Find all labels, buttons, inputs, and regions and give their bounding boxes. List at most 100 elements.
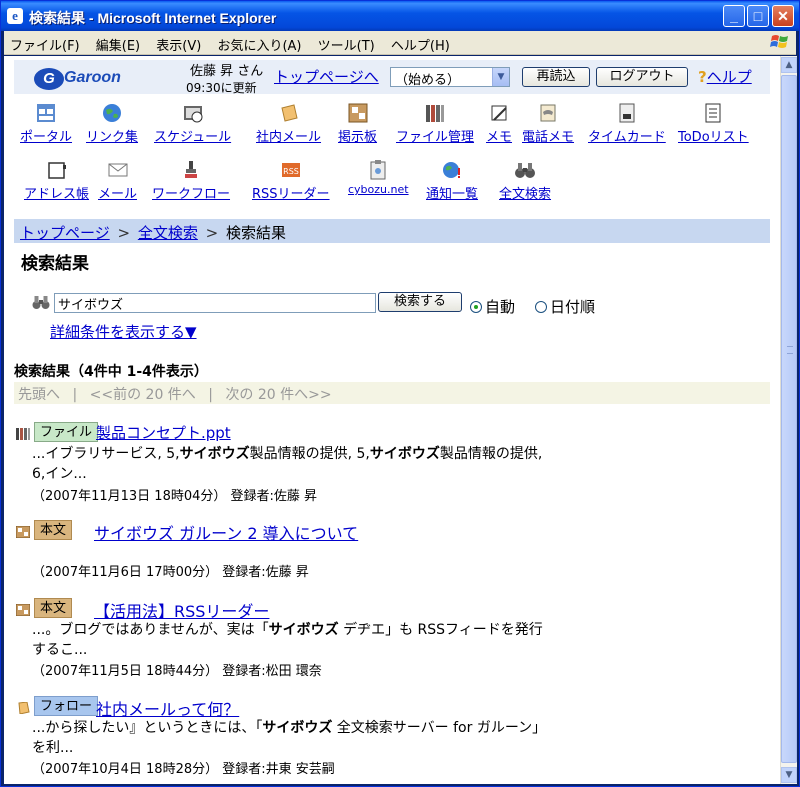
app-label: ToDoリスト bbox=[678, 130, 749, 145]
result-snippet: ...から探したい』というときには、「サイボウズ 全文検索サーバー for ガル… bbox=[32, 718, 552, 758]
app-phone-memo[interactable]: 電話メモ bbox=[522, 102, 574, 145]
radio-selected-icon bbox=[470, 301, 482, 313]
user-name: 佐藤 昇 さん bbox=[190, 64, 264, 79]
app-label: 掲示板 bbox=[338, 130, 378, 145]
app-file-management[interactable]: ファイル管理 bbox=[396, 102, 474, 145]
radio-auto[interactable]: 自動 bbox=[470, 296, 515, 317]
result-meta: （2007年10月4日 18時28分） 登録者:井東 安芸嗣 bbox=[32, 762, 335, 777]
app-notifications[interactable]: 通知一覧 bbox=[426, 159, 478, 202]
result-meta: （2007年11月6日 17時00分） 登録者:佐藤 昇 bbox=[32, 565, 309, 580]
help-link[interactable]: ?ヘルプ bbox=[698, 66, 752, 87]
app-full-text-search[interactable]: 全文検索 bbox=[499, 159, 551, 202]
stamp-icon bbox=[185, 161, 197, 178]
result-title-link[interactable]: サイボウズ ガルーン 2 導入について bbox=[94, 520, 358, 544]
result-snippet: ...イブラリサービス, 5,サイボウズ製品情報の提供, 5,サイボウズ製品情報… bbox=[32, 444, 552, 484]
window-title: 検索結果 - Microsoft Internet Explorer bbox=[29, 10, 277, 26]
browser-window: e 検索結果 - Microsoft Internet Explorer _ □… bbox=[0, 0, 800, 787]
vertical-scrollbar[interactable]: ▲ ▼ bbox=[780, 56, 797, 784]
app-label: 通知一覧 bbox=[426, 187, 479, 202]
start-select-value: （始める） bbox=[395, 73, 461, 88]
rss-icon: RSS bbox=[281, 163, 300, 177]
file-binder-icon bbox=[16, 428, 30, 440]
search-button[interactable]: 検索する bbox=[378, 292, 462, 312]
result-title-link[interactable]: 製品コンセプト.ppt bbox=[96, 422, 231, 443]
logout-button[interactable]: ログアウト bbox=[596, 67, 688, 87]
start-select[interactable]: （始める） ▼ bbox=[390, 67, 510, 88]
chevron-down-icon[interactable]: ▼ bbox=[492, 68, 509, 86]
app-memo[interactable]: メモ bbox=[486, 102, 512, 145]
menu-favorites[interactable]: お気に入り(A) bbox=[211, 31, 307, 54]
schedule-icon bbox=[183, 106, 203, 123]
windows-flag-icon bbox=[770, 35, 788, 48]
app-schedule[interactable]: スケジュール bbox=[154, 102, 231, 145]
scroll-thumb[interactable] bbox=[781, 75, 797, 763]
app-address-book[interactable]: アドレス帳 bbox=[24, 159, 89, 202]
app-label: ファイル管理 bbox=[396, 130, 475, 145]
pager: 先頭へ | <<前の 20 件へ | 次の 20 件へ>> bbox=[14, 382, 770, 404]
app-label: スケジュール bbox=[154, 130, 232, 145]
scroll-down-arrow-icon[interactable]: ▼ bbox=[781, 767, 797, 783]
app-links[interactable]: リンク集 bbox=[86, 102, 138, 145]
app-portal[interactable]: ポータル bbox=[20, 102, 72, 145]
garoon-logo[interactable]: G Garoon bbox=[34, 68, 140, 90]
app-label: 社内メール bbox=[256, 130, 322, 145]
snippet-text: ...から探したい』というときには、「 bbox=[32, 720, 263, 736]
title-bar[interactable]: e 検索結果 - Microsoft Internet Explorer _ □… bbox=[1, 1, 799, 31]
result-snippet: ...。ブログではありませんが、実は「サイボウズ デヂエ」も RSSフィードを発… bbox=[32, 620, 552, 660]
menu-edit[interactable]: 編集(E) bbox=[90, 31, 146, 54]
menu-bar: ファイル(F) 編集(E) 表示(V) お気に入り(A) ツール(T) ヘルプ(… bbox=[4, 31, 796, 55]
app-timecard[interactable]: タイムカード bbox=[588, 102, 666, 145]
app-todo[interactable]: ToDoリスト bbox=[678, 102, 749, 145]
app-label: cybozu.net bbox=[348, 183, 409, 196]
app-label: 全文検索 bbox=[499, 187, 552, 202]
update-time: 09:30に更新 bbox=[186, 81, 257, 95]
snippet-highlight: サイボウズ bbox=[268, 622, 339, 638]
search-input[interactable] bbox=[54, 293, 376, 313]
search-result: ファイル 製品コンセプト.ppt ...イブラリサービス, 5,サイボウズ製品情… bbox=[14, 422, 574, 504]
app-bulletin[interactable]: 掲示板 bbox=[338, 102, 377, 145]
reload-button[interactable]: 再読込 bbox=[522, 67, 590, 87]
app-label: リンク集 bbox=[86, 130, 139, 145]
results-summary: 検索結果（4件中 1-4件表示） bbox=[14, 364, 208, 380]
app-cybozu-net[interactable]: cybozu.net bbox=[348, 159, 409, 196]
logo-mark: G bbox=[34, 68, 64, 90]
breadcrumb-full-text-search[interactable]: 全文検索 bbox=[138, 224, 198, 242]
mail-icon bbox=[108, 163, 127, 177]
radio-date-order[interactable]: 日付順 bbox=[535, 296, 595, 317]
menu-file[interactable]: ファイル(F) bbox=[4, 31, 86, 54]
radio-unselected-icon bbox=[535, 301, 547, 313]
scroll-up-arrow-icon[interactable]: ▲ bbox=[781, 57, 797, 73]
snippet-highlight: サイボウズ bbox=[262, 720, 333, 736]
result-title-link[interactable]: 【活用法】RSSリーダー bbox=[94, 598, 269, 622]
menu-view[interactable]: 表示(V) bbox=[150, 31, 207, 54]
result-type-badge: 本文 bbox=[34, 598, 73, 618]
app-label: ワークフロー bbox=[152, 187, 231, 202]
binoculars-icon bbox=[32, 296, 50, 309]
result-type-badge: ファイル bbox=[34, 422, 99, 442]
help-icon: ? bbox=[698, 68, 707, 86]
close-button[interactable]: ✕ bbox=[772, 5, 794, 27]
minimize-button[interactable]: _ bbox=[723, 5, 745, 27]
page-title: 検索結果 bbox=[21, 254, 89, 274]
clipboard-icon bbox=[370, 160, 386, 180]
result-title-link[interactable]: 社内メールって何？ bbox=[96, 696, 239, 720]
menu-tools[interactable]: ツール(T) bbox=[312, 31, 381, 54]
search-result: 本文 【活用法】RSSリーダー ...。ブログではありませんが、実は「サイボウズ… bbox=[14, 598, 574, 679]
result-type-badge: 本文 bbox=[34, 520, 73, 540]
menu-help[interactable]: ヘルプ(H) bbox=[385, 31, 456, 54]
app-mail[interactable]: メール bbox=[98, 159, 137, 202]
binoculars-icon bbox=[515, 163, 535, 178]
snippet-highlight: サイボウズ bbox=[369, 446, 440, 462]
breadcrumb-top[interactable]: トップページ bbox=[20, 224, 110, 242]
app-workflow[interactable]: ワークフロー bbox=[152, 159, 230, 202]
binders-icon bbox=[426, 105, 444, 122]
maximize-button[interactable]: □ bbox=[747, 5, 769, 27]
result-type-badge: フォロー bbox=[34, 696, 99, 716]
breadcrumb: トップページ > 全文検索 > 検索結果 bbox=[14, 219, 770, 243]
search-result: 本文 サイボウズ ガルーン 2 導入について （2007年11月6日 17時00… bbox=[14, 520, 574, 590]
app-rss-reader[interactable]: RSS RSSリーダー bbox=[252, 159, 330, 202]
top-page-link[interactable]: トップページへ bbox=[274, 66, 379, 87]
show-detail-conditions-link[interactable]: 詳細条件を表示する▼ bbox=[50, 321, 197, 342]
app-internal-mail[interactable]: 社内メール bbox=[256, 102, 321, 145]
pager-prev: <<前の 20 件へ bbox=[89, 387, 196, 403]
